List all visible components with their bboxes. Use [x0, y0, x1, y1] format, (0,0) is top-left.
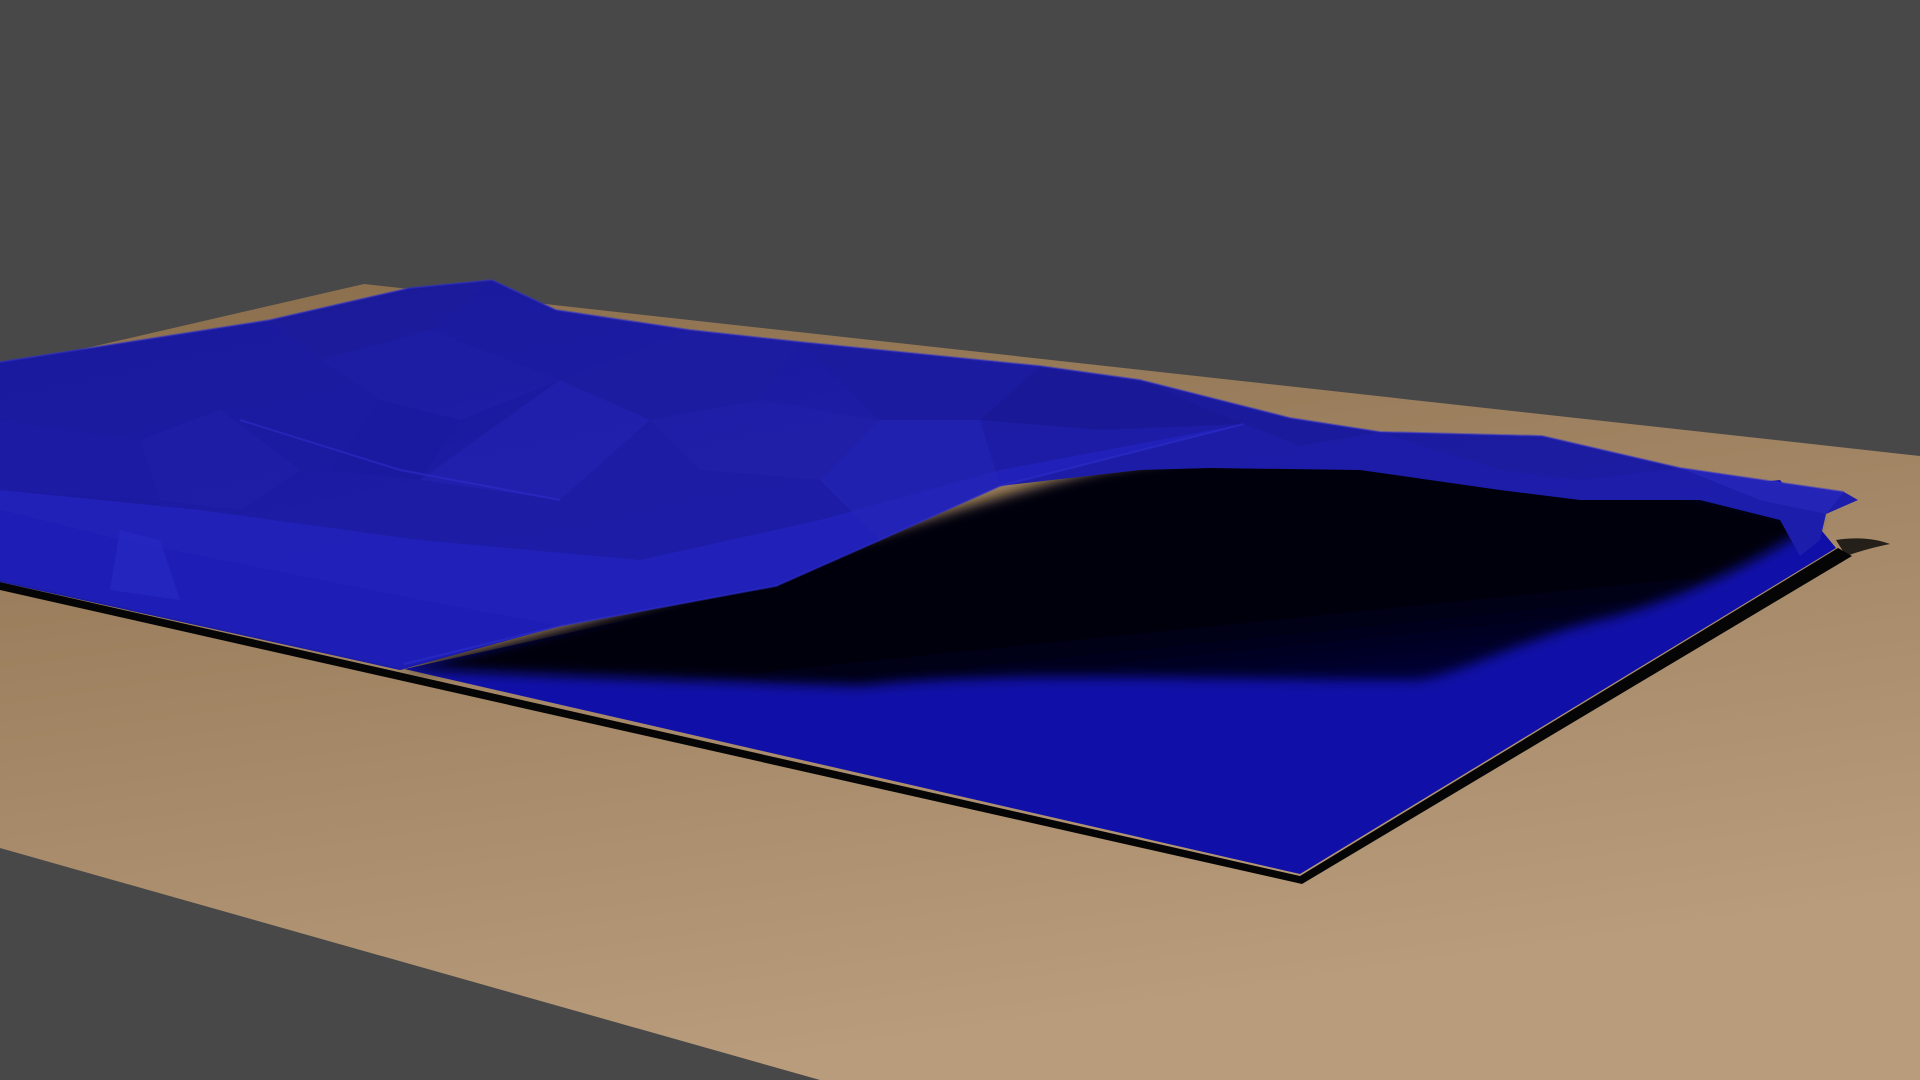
render-scene [0, 0, 1920, 1080]
